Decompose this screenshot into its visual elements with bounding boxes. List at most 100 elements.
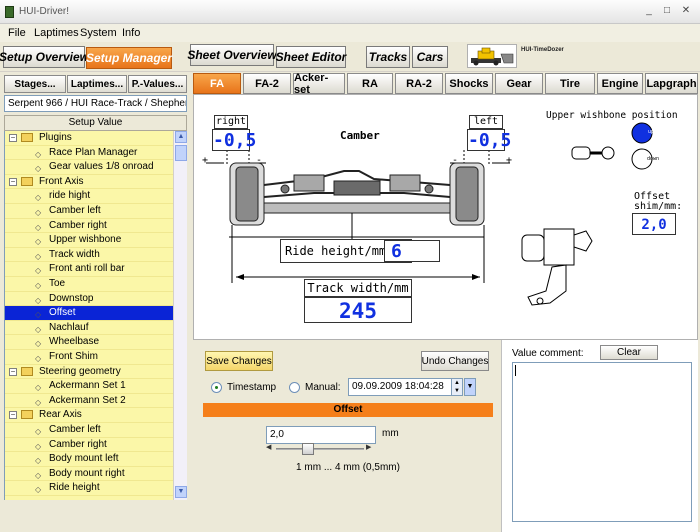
value-slider[interactable]: ◀ ▶: [266, 442, 374, 456]
sheet-overview-button[interactable]: Sheet Overview: [187, 44, 277, 66]
tree-item-label: ride hight: [49, 190, 91, 202]
tab-lapgraph[interactable]: Lapgraph: [645, 73, 698, 94]
scroll-thumb[interactable]: [175, 145, 187, 161]
tab-shocks[interactable]: Shocks: [445, 73, 493, 94]
tree-item[interactable]: ◇ Camber right: [5, 438, 173, 453]
tracks-button[interactable]: Tracks: [366, 46, 410, 68]
comment-textarea[interactable]: [512, 362, 692, 522]
tab-ra[interactable]: RA: [347, 73, 393, 94]
tree-item[interactable]: ◇ Downstop: [5, 292, 173, 307]
tree-item[interactable]: ◇ Wheelbase: [5, 335, 173, 350]
menu-info[interactable]: Info: [122, 27, 140, 39]
tab-tire[interactable]: Tire: [545, 73, 595, 94]
tree-item-label: Ride height: [49, 482, 100, 494]
undo-changes-button[interactable]: Undo Changes: [421, 351, 489, 371]
cars-button[interactable]: Cars: [412, 46, 448, 68]
tree-item[interactable]: ◇ Gear values 1/8 onroad: [5, 160, 173, 175]
scroll-down-icon[interactable]: ▼: [175, 486, 187, 498]
tree-item[interactable]: ◇ Race Plan Manager: [5, 146, 173, 161]
collapse-icon[interactable]: −: [9, 177, 17, 186]
setup-tree[interactable]: − Plugins ◇ Race Plan Manager ◇ Gear values 1…: [4, 131, 173, 500]
tree-item[interactable]: ◇ Track width: [5, 248, 173, 263]
tab-acker-set[interactable]: Acker-set: [293, 72, 345, 96]
tree-item[interactable]: ◇ Toe: [5, 277, 173, 292]
setup-manager-button[interactable]: Setup Manager: [86, 47, 172, 69]
wishbone-down-label[interactable]: down: [647, 156, 659, 162]
tree-folder[interactable]: − Front Axis: [5, 175, 173, 190]
camber-left-value[interactable]: -0,5: [467, 129, 511, 151]
menu-bar: File Laptimes System Info: [0, 24, 700, 42]
datetime-spinner-icon[interactable]: ▲ ▼: [451, 378, 463, 396]
tree-item[interactable]: ◇ Camber left: [5, 423, 173, 438]
tree-item[interactable]: ◇ Upper wishbone: [5, 233, 173, 248]
menu-system[interactable]: System: [80, 27, 117, 39]
collapse-icon[interactable]: −: [9, 367, 17, 376]
tree-item[interactable]: ◇ Ackermann Set 1: [5, 379, 173, 394]
datetime-dropdown-icon[interactable]: ▼: [464, 378, 476, 396]
offset-value[interactable]: 2,0: [632, 213, 676, 235]
minimize-icon[interactable]: _: [643, 5, 655, 17]
sheet-editor-button[interactable]: Sheet Editor: [276, 46, 346, 68]
tree-scrollbar[interactable]: ▲ ▼: [173, 131, 187, 500]
tree-item-label: Body mount right: [49, 467, 125, 479]
p-values-button[interactable]: P.-Values...: [128, 75, 187, 93]
maximize-icon[interactable]: □: [661, 5, 673, 17]
setup-selector[interactable]: Serpent 966 / HUI Race-Track / Shepherd …: [4, 95, 187, 112]
tree-item[interactable]: ◇ Ackermann Set 2: [5, 394, 173, 409]
ride-height-value[interactable]: 6: [384, 240, 440, 262]
tree-item-label: Track width: [49, 248, 100, 260]
manual-radio[interactable]: [289, 382, 300, 393]
front-axis-diagram: right -0,5 left -0,5 Camber + - - + Ride…: [193, 94, 698, 340]
clear-button[interactable]: Clear: [600, 345, 658, 360]
setup-overview-button[interactable]: Setup Overview: [0, 46, 89, 68]
tree-item[interactable]: ◇ Camber left: [5, 204, 173, 219]
tree-item-label: Gear values 1/8 onroad: [49, 161, 154, 173]
tree-item[interactable]: ◇ Body mount left: [5, 452, 173, 467]
tab-engine[interactable]: Engine: [597, 73, 643, 94]
tab-fa[interactable]: FA: [193, 73, 241, 94]
tab-ra-2[interactable]: RA-2: [395, 73, 443, 94]
slider-left-arrow-icon[interactable]: ◀: [266, 443, 271, 451]
collapse-icon[interactable]: −: [9, 134, 17, 142]
camber-left-plus: +: [506, 155, 513, 166]
tree-item-label: Front anti roll bar: [49, 263, 125, 275]
left-pane: Stages... Laptimes... P.-Values... Serpe…: [0, 72, 191, 532]
menu-laptimes[interactable]: Laptimes: [34, 27, 79, 39]
scroll-up-icon[interactable]: ▲: [175, 131, 187, 143]
tab-fa-2[interactable]: FA-2: [243, 73, 291, 94]
tree-folder[interactable]: − Steering geometry: [5, 365, 173, 380]
tree-item[interactable]: ◇ Camber right: [5, 219, 173, 234]
comment-title: Value comment:: [512, 348, 584, 359]
manual-label: Manual:: [305, 382, 341, 393]
tree-item-label: Camber right: [49, 438, 107, 450]
tree-item[interactable]: ◇ Ride height: [5, 481, 173, 496]
wishbone-up-label[interactable]: up: [648, 129, 654, 135]
value-unit: mm: [382, 428, 399, 439]
datetime-field[interactable]: 09.09.2009 18:04:28: [348, 378, 458, 396]
tree-item-label: Ackermann Set 1: [49, 380, 126, 392]
timestamp-radio[interactable]: [211, 382, 222, 393]
timestamp-label: Timestamp: [227, 382, 277, 393]
folder-icon: [21, 133, 33, 142]
tab-gear[interactable]: Gear: [495, 73, 543, 94]
tree-folder[interactable]: − Plugins: [5, 131, 173, 146]
close-icon[interactable]: ✕: [680, 5, 692, 17]
tree-item[interactable]: ◇ Offset: [5, 306, 173, 321]
tree-item[interactable]: ◇ ride hight: [5, 189, 173, 204]
camber-right-value[interactable]: -0,5: [212, 129, 256, 151]
tree-item[interactable]: ◇ Body mount right: [5, 467, 173, 482]
save-changes-button[interactable]: Save Changes: [205, 351, 273, 371]
timedozer-logo: [467, 44, 517, 68]
stages-button[interactable]: Stages...: [4, 75, 66, 93]
text-cursor: [515, 365, 516, 376]
menu-file[interactable]: File: [8, 27, 26, 39]
slider-right-arrow-icon[interactable]: ▶: [366, 443, 371, 451]
tree-item[interactable]: ◇ Front Shim: [5, 350, 173, 365]
tree-item[interactable]: ◇ Nachlauf: [5, 321, 173, 336]
track-width-value[interactable]: 245: [304, 297, 412, 323]
collapse-icon[interactable]: −: [9, 411, 17, 420]
tree-item[interactable]: ◇ Front anti roll bar: [5, 262, 173, 277]
laptimes-button[interactable]: Laptimes...: [67, 75, 127, 93]
tree-folder[interactable]: − Rear Axis: [5, 408, 173, 423]
slider-thumb[interactable]: [302, 443, 314, 455]
